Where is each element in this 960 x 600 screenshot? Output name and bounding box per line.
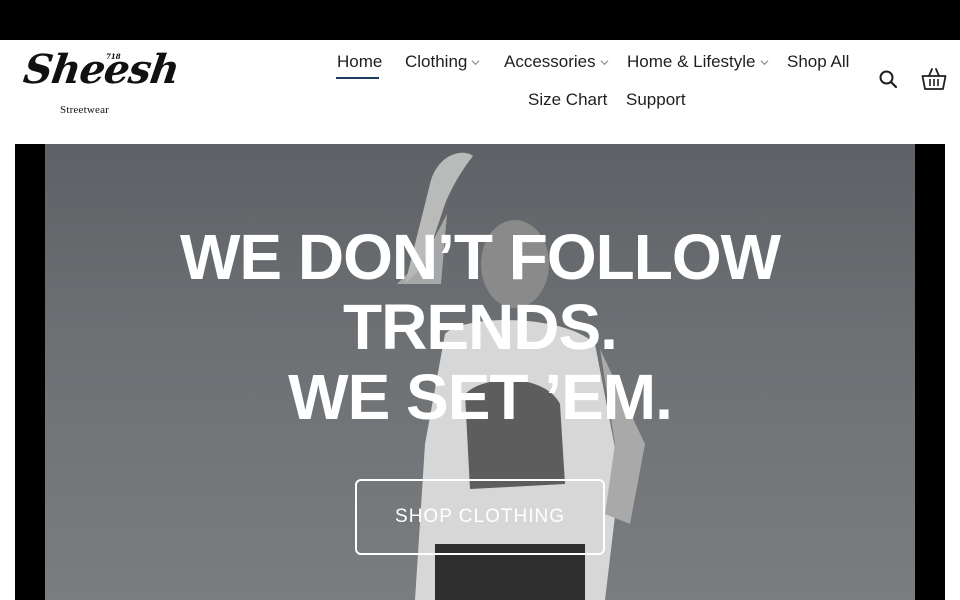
nav-item-accessories[interactable]: Accessories — [504, 52, 609, 72]
nav-item-label: Home & Lifestyle — [627, 52, 756, 71]
nav-item-support[interactable]: Support — [626, 90, 686, 110]
top-bar — [0, 0, 960, 40]
nav-item-home-lifestyle[interactable]: Home & Lifestyle — [627, 52, 769, 72]
headline-line-1: WE DON’T FOLLOW — [180, 221, 781, 293]
nav-item-label: Size Chart — [528, 90, 608, 109]
nav-item-label: Support — [626, 90, 686, 109]
nav-item-shop-all[interactable]: Shop All — [787, 52, 849, 72]
brand-logo[interactable]: Sheesh 718 Streetwear — [21, 46, 182, 118]
basket-icon — [921, 68, 947, 90]
chevron-down-icon — [471, 59, 480, 65]
search-button[interactable] — [878, 69, 898, 93]
nav-item-size-chart[interactable]: Size Chart — [528, 90, 607, 110]
nav-item-clothing[interactable]: Clothing — [405, 52, 480, 72]
hero-headline: WE DON’T FOLLOW TRENDS. WE SET ’EM. — [15, 222, 945, 432]
headline-line-3: WE SET ’EM. — [288, 361, 673, 433]
headline-line-2: TRENDS. — [343, 291, 618, 363]
nav-item-label: Shop All — [787, 52, 850, 71]
site-header: Sheesh 718 Streetwear Home Clothing Acce… — [0, 40, 960, 144]
nav-item-label: Clothing — [405, 52, 468, 71]
active-nav-underline — [336, 77, 379, 79]
chevron-down-icon — [600, 59, 609, 65]
search-icon — [879, 70, 898, 89]
logo-subtitle: Streetwear — [60, 104, 110, 116]
nav-item-label: Home — [337, 52, 383, 71]
shop-clothing-button[interactable]: SHOP CLOTHING — [355, 479, 605, 555]
nav-item-label: Accessories — [504, 52, 596, 71]
logo-tag: 718 — [106, 52, 121, 61]
hero-banner: WE DON’T FOLLOW TRENDS. WE SET ’EM. SHOP… — [15, 144, 945, 600]
cart-button[interactable] — [921, 67, 947, 95]
nav-item-home[interactable]: Home — [337, 52, 382, 72]
logo-wordmark: Sheesh — [20, 46, 182, 93]
main-nav: Home Clothing Accessories Home & Lifesty… — [320, 40, 860, 144]
chevron-down-icon — [760, 59, 768, 65]
